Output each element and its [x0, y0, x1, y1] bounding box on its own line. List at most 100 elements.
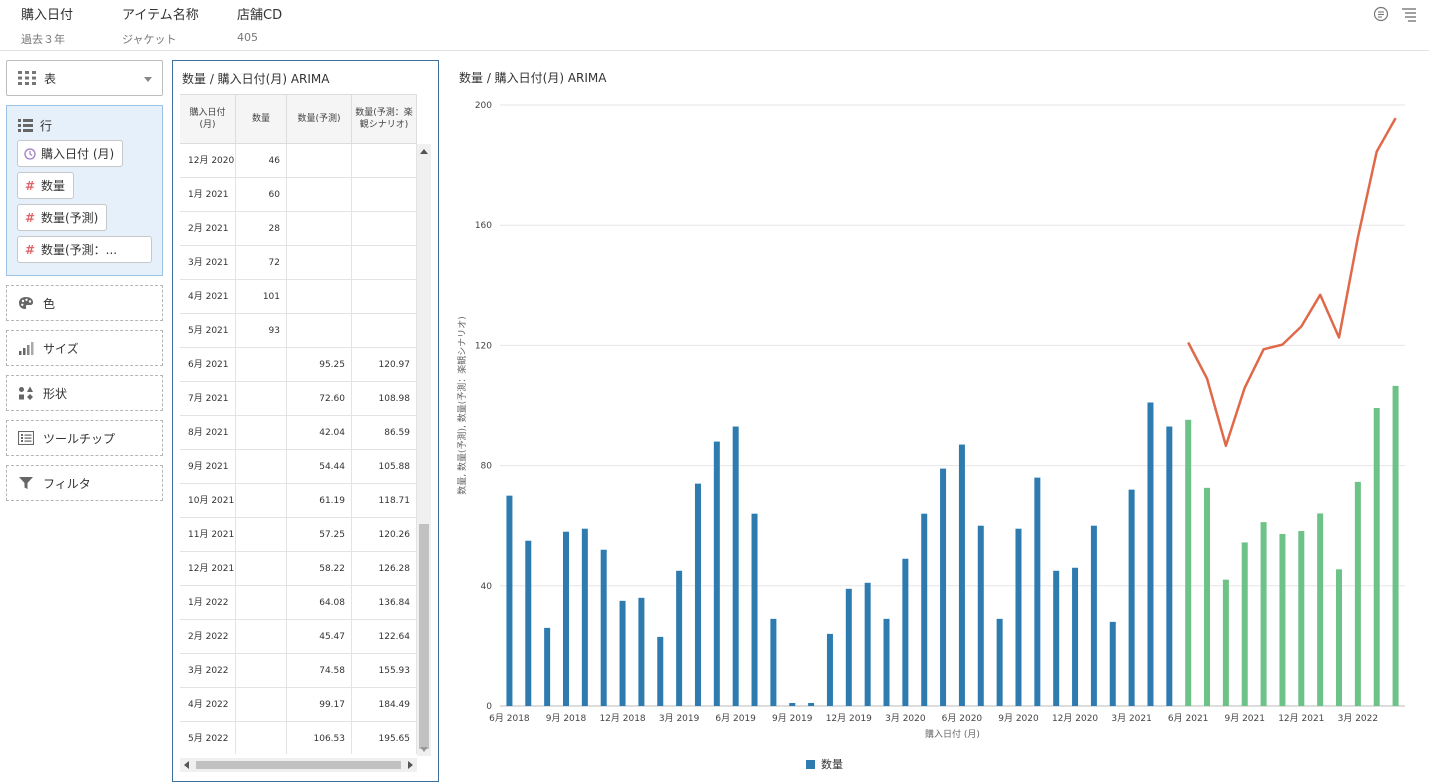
x-tick-label: 12月 2019 [826, 713, 872, 724]
x-tick-label: 3月 2021 [1111, 713, 1152, 724]
table-row[interactable]: 7月 2021 72.60 108.98 [180, 382, 417, 416]
y-tick-label: 80 [481, 462, 493, 472]
bar-forecast [1298, 531, 1305, 706]
cell-quantity: 28 [236, 212, 287, 245]
column-header-optimistic[interactable]: 数量(予測：楽観シナリオ) [352, 95, 417, 143]
column-header-forecast[interactable]: 数量(予測) [287, 95, 352, 143]
slot-label: 色 [43, 296, 56, 311]
table-row[interactable]: 8月 2021 42.04 86.59 [180, 416, 417, 450]
cell-optimistic [352, 246, 417, 279]
table-row[interactable]: 1月 2021 60 [180, 178, 417, 212]
bar-quantity [940, 468, 947, 706]
scroll-up-icon[interactable] [420, 149, 428, 154]
cell-optimistic: 118.71 [352, 484, 417, 517]
column-header-date[interactable]: 購入日付 (月) [180, 95, 236, 143]
scroll-down-icon[interactable] [420, 747, 428, 752]
cell-optimistic: 105.88 [352, 450, 417, 483]
bar-forecast [1373, 407, 1380, 706]
cell-date: 8月 2021 [180, 416, 236, 449]
pill-label: 購入日付 (月) [41, 147, 115, 161]
bar-quantity [1090, 525, 1097, 706]
scroll-right-icon[interactable] [408, 761, 413, 769]
scrollbar-thumb[interactable] [196, 761, 401, 769]
cell-forecast: 54.44 [287, 450, 352, 483]
chart-legend[interactable]: 数量 [806, 756, 843, 772]
table-row[interactable]: 2月 2021 28 [180, 212, 417, 246]
scroll-left-icon[interactable] [184, 761, 189, 769]
x-tick-label: 3月 2022 [1338, 713, 1379, 724]
table-row[interactable]: 5月 2021 93 [180, 314, 417, 348]
table-row[interactable]: 11月 2021 57.25 120.26 [180, 518, 417, 552]
bar-quantity [713, 441, 720, 706]
cell-optimistic: 120.97 [352, 348, 417, 381]
filter-item-name[interactable]: アイテム名称 ジャケット [122, 7, 199, 47]
cell-date: 1月 2022 [180, 586, 236, 619]
filter-value: ジャケット [122, 33, 177, 46]
bar-forecast [1185, 419, 1192, 706]
cell-quantity: 72 [236, 246, 287, 279]
cell-quantity: 101 [236, 280, 287, 313]
pill-label: 数量(予測：... [41, 243, 118, 257]
comment-icon[interactable] [1373, 6, 1389, 22]
shape-drop-zone[interactable]: 形状 [6, 375, 163, 411]
rows-drop-zone[interactable]: 行 購入日付 (月) # 数量 # 数量(予測) # 数量(予測：... [6, 105, 163, 276]
table-panel[interactable]: 数量 / 購入日付(月) ARIMA 購入日付 (月) 数量 数量(予測) 数量… [172, 60, 439, 782]
clock-icon [24, 147, 36, 160]
bar-quantity [789, 702, 796, 706]
table-row[interactable]: 2月 2022 45.47 122.64 [180, 620, 417, 654]
table-row[interactable]: 12月 2021 58.22 126.28 [180, 552, 417, 586]
table-row[interactable]: 6月 2021 95.25 120.97 [180, 348, 417, 382]
row-pill-forecast[interactable]: # 数量(予測) [17, 204, 108, 231]
cell-date: 12月 2021 [180, 552, 236, 585]
hash-icon: # [24, 178, 36, 193]
bar-quantity [845, 588, 852, 706]
rows-title: 行 [40, 119, 53, 133]
table-row[interactable]: 4月 2022 99.17 184.49 [180, 688, 417, 722]
cell-quantity: 60 [236, 178, 287, 211]
cell-date: 11月 2021 [180, 518, 236, 551]
table-row[interactable]: 1月 2022 64.08 136.84 [180, 586, 417, 620]
vertical-scrollbar[interactable] [417, 144, 431, 756]
bar-quantity [921, 513, 928, 706]
scrollbar-thumb[interactable] [419, 524, 429, 749]
cell-date: 4月 2021 [180, 280, 236, 313]
cell-optimistic: 120.26 [352, 518, 417, 551]
filter-drop-zone[interactable]: フィルタ [6, 465, 163, 501]
bar-quantity [581, 528, 588, 706]
table-row[interactable]: 4月 2021 101 [180, 280, 417, 314]
menu-icon[interactable] [1401, 6, 1417, 22]
x-tick-label: 6月 2020 [942, 713, 983, 724]
cell-forecast [287, 212, 352, 245]
row-pill-purchase-date[interactable]: 購入日付 (月) [17, 140, 124, 167]
size-drop-zone[interactable]: サイズ [6, 330, 163, 366]
cell-optimistic: 184.49 [352, 688, 417, 721]
table-row[interactable]: 10月 2021 61.19 118.71 [180, 484, 417, 518]
bar-quantity [619, 600, 626, 706]
row-pill-quantity[interactable]: # 数量 [17, 172, 75, 199]
slot-label: 形状 [43, 386, 68, 401]
cell-forecast: 72.60 [287, 382, 352, 415]
table-row[interactable]: 3月 2021 72 [180, 246, 417, 280]
combo-chart[interactable]: 0 40 80 120 160 200 6月 2018 9月 2018 12月 2018 3月 2… [445, 90, 1420, 745]
cell-date: 6月 2021 [180, 348, 236, 381]
row-pill-forecast-optimistic[interactable]: # 数量(予測：... [17, 236, 152, 263]
cell-date: 1月 2021 [180, 178, 236, 211]
column-header-quantity[interactable]: 数量 [236, 95, 287, 143]
table-row[interactable]: 3月 2022 74.58 155.93 [180, 654, 417, 688]
cell-date: 10月 2021 [180, 484, 236, 517]
bar-forecast [1336, 569, 1343, 706]
tooltip-icon [18, 431, 34, 445]
viz-type-select[interactable]: 表 [6, 60, 163, 96]
color-drop-zone[interactable]: 色 [6, 285, 163, 321]
tooltip-drop-zone[interactable]: ツールチップ [6, 420, 163, 456]
filter-store-cd[interactable]: 店舗CD 405 [237, 7, 282, 44]
cell-date: 2月 2022 [180, 620, 236, 653]
filter-purchase-date[interactable]: 購入日付 過去３年 [21, 7, 73, 47]
table-row[interactable]: 5月 2022 106.53 195.65 [180, 722, 417, 754]
bar-quantity [902, 558, 909, 706]
table-row[interactable]: 12月 2020 46 [180, 144, 417, 178]
cell-optimistic [352, 314, 417, 347]
horizontal-scrollbar[interactable] [180, 758, 417, 772]
table-row[interactable]: 9月 2021 54.44 105.88 [180, 450, 417, 484]
legend-label: 数量 [821, 758, 843, 771]
